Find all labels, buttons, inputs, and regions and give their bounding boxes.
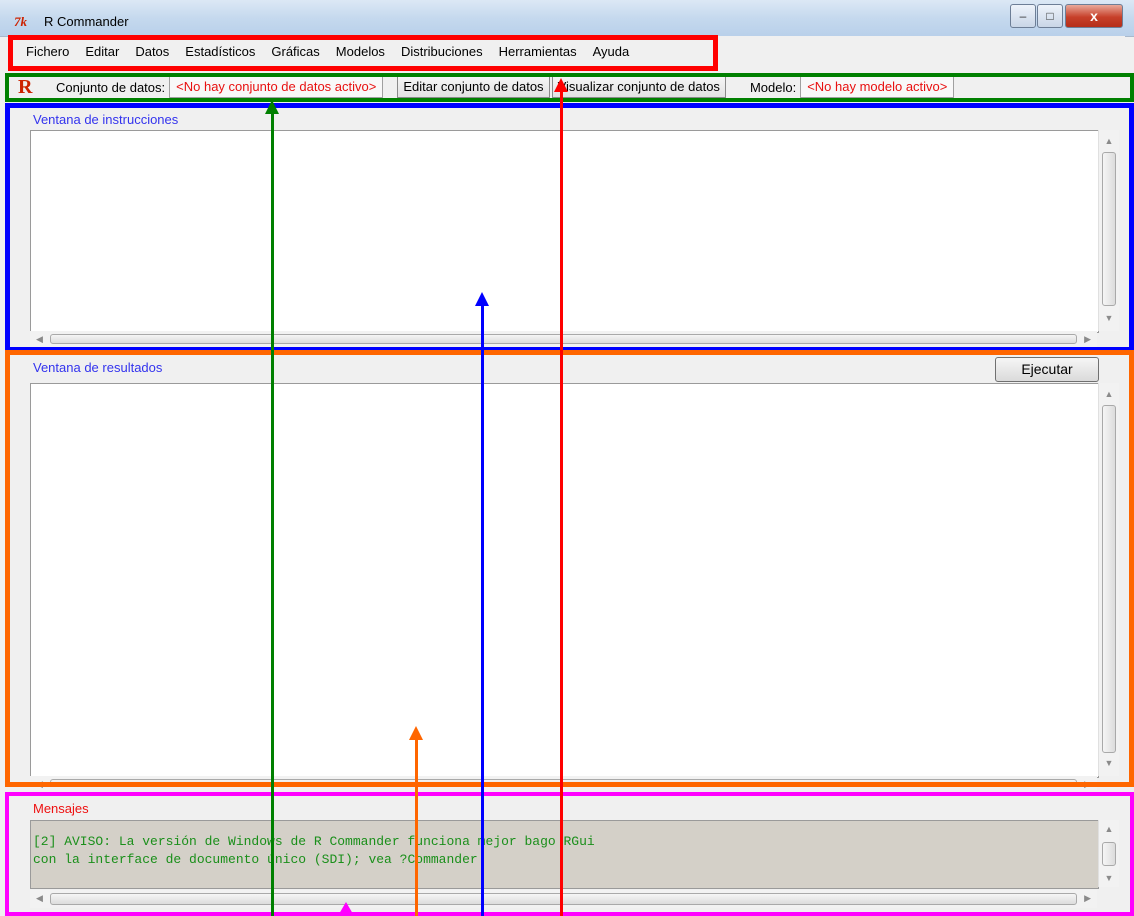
annotation-messages-arrowhead — [339, 902, 353, 914]
app-icon: 7k — [14, 14, 27, 29]
annotation-output-arrowhead — [409, 726, 423, 740]
menu-graficas[interactable]: Gráficas — [263, 36, 327, 68]
message-line: [2] AVISO: La versión de Windows de R Co… — [33, 834, 595, 849]
close-icon: x — [1090, 8, 1098, 24]
maximize-button[interactable]: □ — [1037, 4, 1063, 28]
output-textarea[interactable] — [30, 383, 1099, 778]
annotation-menu-arrowhead — [554, 78, 568, 92]
script-vertical-scrollbar[interactable]: ▲ ▼ — [1098, 130, 1119, 331]
menu-modelos[interactable]: Modelos — [328, 36, 393, 68]
scrollbar-thumb[interactable] — [50, 779, 1077, 787]
r-logo-icon: R — [18, 75, 33, 98]
menu-estadisticos[interactable]: Estadísticos — [177, 36, 263, 68]
scrollbar-thumb[interactable] — [50, 893, 1077, 905]
scroll-down-icon[interactable]: ▼ — [1099, 873, 1119, 883]
output-window-label: Ventana de resultados — [33, 360, 163, 375]
scroll-left-icon[interactable]: ◀ — [36, 331, 43, 347]
toolbar: R Conjunto de datos: <No hay conjunto de… — [10, 75, 1132, 99]
script-horizontal-scrollbar[interactable]: ◀ ▶ — [30, 331, 1097, 347]
scroll-right-icon[interactable]: ▶ — [1084, 331, 1091, 347]
scroll-left-icon[interactable]: ◀ — [36, 776, 43, 792]
annotation-script-arrowhead — [475, 292, 489, 306]
message-line: con la interface de documento único (SDI… — [33, 852, 478, 867]
minimize-icon: – — [1019, 9, 1027, 23]
menu-fichero[interactable]: Fichero — [10, 36, 77, 68]
scrollbar-thumb[interactable] — [1102, 152, 1116, 306]
close-button[interactable]: x — [1065, 4, 1123, 28]
active-dataset-field[interactable]: <No hay conjunto de datos activo> — [169, 76, 384, 98]
model-label: Modelo: — [749, 79, 797, 95]
view-dataset-button[interactable]: Visualizar conjunto de datos — [551, 76, 726, 98]
scroll-down-icon[interactable]: ▼ — [1099, 313, 1119, 323]
script-window-label: Ventana de instrucciones — [33, 112, 179, 127]
maximize-icon: □ — [1046, 9, 1054, 23]
scroll-right-icon[interactable]: ▶ — [1084, 890, 1091, 906]
menu-datos[interactable]: Datos — [127, 36, 177, 68]
scroll-down-icon[interactable]: ▼ — [1099, 758, 1119, 768]
scrollbar-thumb[interactable] — [1102, 842, 1116, 866]
messages-textarea[interactable]: [2] AVISO: La versión de Windows de R Co… — [30, 820, 1099, 889]
scrollbar-thumb[interactable] — [50, 334, 1077, 344]
scroll-up-icon[interactable]: ▲ — [1099, 136, 1119, 146]
scroll-left-icon[interactable]: ◀ — [36, 890, 43, 906]
scroll-up-icon[interactable]: ▲ — [1099, 389, 1119, 399]
messages-label: Mensajes — [33, 801, 89, 816]
menu-herramientas[interactable]: Herramientas — [491, 36, 585, 68]
scroll-right-icon[interactable]: ▶ — [1084, 776, 1091, 792]
annotation-toolbar-arrowhead — [265, 100, 279, 114]
output-vertical-scrollbar[interactable]: ▲ ▼ — [1098, 383, 1119, 776]
menu-bar: Fichero Editar Datos Estadísticos Gráfic… — [10, 36, 1125, 68]
menu-editar[interactable]: Editar — [77, 36, 127, 68]
minimize-button[interactable]: – — [1010, 4, 1036, 28]
window-title: R Commander — [44, 14, 129, 29]
menu-ayuda[interactable]: Ayuda — [585, 36, 638, 68]
script-textarea[interactable] — [30, 130, 1099, 333]
run-button[interactable]: Ejecutar — [995, 357, 1099, 382]
edit-dataset-button[interactable]: Editar conjunto de datos — [397, 76, 550, 98]
menu-distribuciones[interactable]: Distribuciones — [393, 36, 491, 68]
dataset-label: Conjunto de datos: — [56, 79, 166, 95]
title-bar[interactable] — [0, 0, 1134, 37]
active-model-field[interactable]: <No hay modelo activo> — [800, 76, 955, 98]
messages-vertical-scrollbar[interactable]: ▲ ▼ — [1098, 820, 1119, 887]
scroll-up-icon[interactable]: ▲ — [1099, 824, 1119, 834]
messages-horizontal-scrollbar[interactable]: ◀ ▶ — [30, 890, 1097, 908]
output-horizontal-scrollbar[interactable]: ◀ ▶ — [30, 776, 1097, 790]
scrollbar-thumb[interactable] — [1102, 405, 1116, 753]
